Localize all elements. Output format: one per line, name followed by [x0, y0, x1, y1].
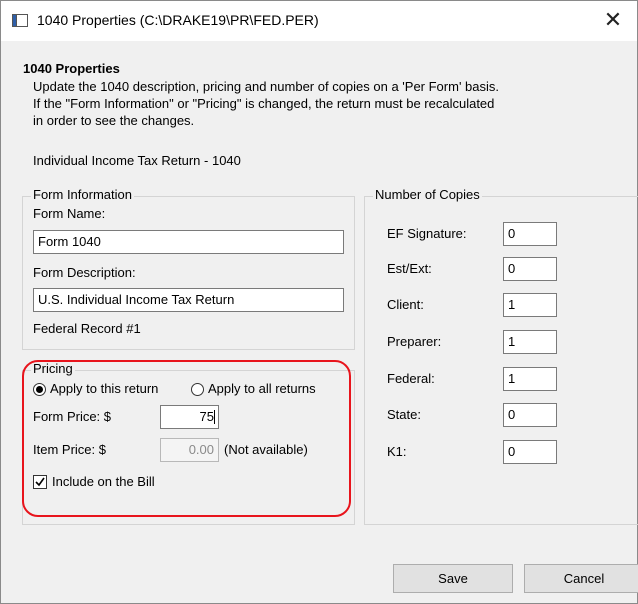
description-line: in order to see the changes. — [33, 113, 195, 128]
close-icon[interactable]: ✕ — [597, 5, 629, 35]
description-line: Update the 1040 description, pricing and… — [33, 79, 500, 94]
form-description-field[interactable]: U.S. Individual Income Tax Return — [33, 288, 344, 312]
number-of-copies-group — [364, 196, 638, 525]
federal-label: Federal: — [387, 371, 435, 386]
save-button[interactable]: Save — [393, 564, 513, 593]
client-field[interactable]: 1 — [503, 293, 557, 317]
form-name-field[interactable]: Form 1040 — [33, 230, 344, 254]
form-information-legend: Form Information — [31, 187, 134, 202]
client-label: Client: — [387, 297, 424, 312]
description-line: If the "Form Information" or "Pricing" i… — [33, 96, 495, 111]
est-ext-label: Est/Ext: — [387, 261, 432, 276]
window-app-icon — [12, 14, 28, 27]
state-label: State: — [387, 407, 421, 422]
form-description-label: Form Description: — [33, 265, 136, 280]
federal-record-text: Federal Record #1 — [33, 321, 141, 336]
form-name-label: Form Name: — [33, 206, 106, 221]
k1-label: K1: — [387, 444, 407, 459]
window-title: 1040 Properties (C:\DRAKE19\PR\FED.PER) — [37, 12, 319, 28]
ef-signature-label: EF Signature: — [387, 226, 467, 241]
cancel-button[interactable]: Cancel — [524, 564, 638, 593]
page-title: 1040 Properties — [23, 61, 120, 76]
k1-field[interactable]: 0 — [503, 440, 557, 464]
pricing-highlight-annotation — [22, 360, 351, 517]
page-description: Update the 1040 description, pricing and… — [33, 78, 613, 129]
ef-signature-field[interactable]: 0 — [503, 222, 557, 246]
preparer-label: Preparer: — [387, 334, 442, 349]
state-field[interactable]: 0 — [503, 403, 557, 427]
est-ext-field[interactable]: 0 — [503, 257, 557, 281]
title-bar[interactable]: 1040 Properties (C:\DRAKE19\PR\FED.PER) … — [1, 1, 637, 41]
preparer-field[interactable]: 1 — [503, 330, 557, 354]
number-of-copies-legend: Number of Copies — [373, 187, 482, 202]
federal-field[interactable]: 1 — [503, 367, 557, 391]
form-type-label: Individual Income Tax Return - 1040 — [33, 153, 241, 168]
dialog-window: 1040 Properties (C:\DRAKE19\PR\FED.PER) … — [0, 0, 638, 604]
